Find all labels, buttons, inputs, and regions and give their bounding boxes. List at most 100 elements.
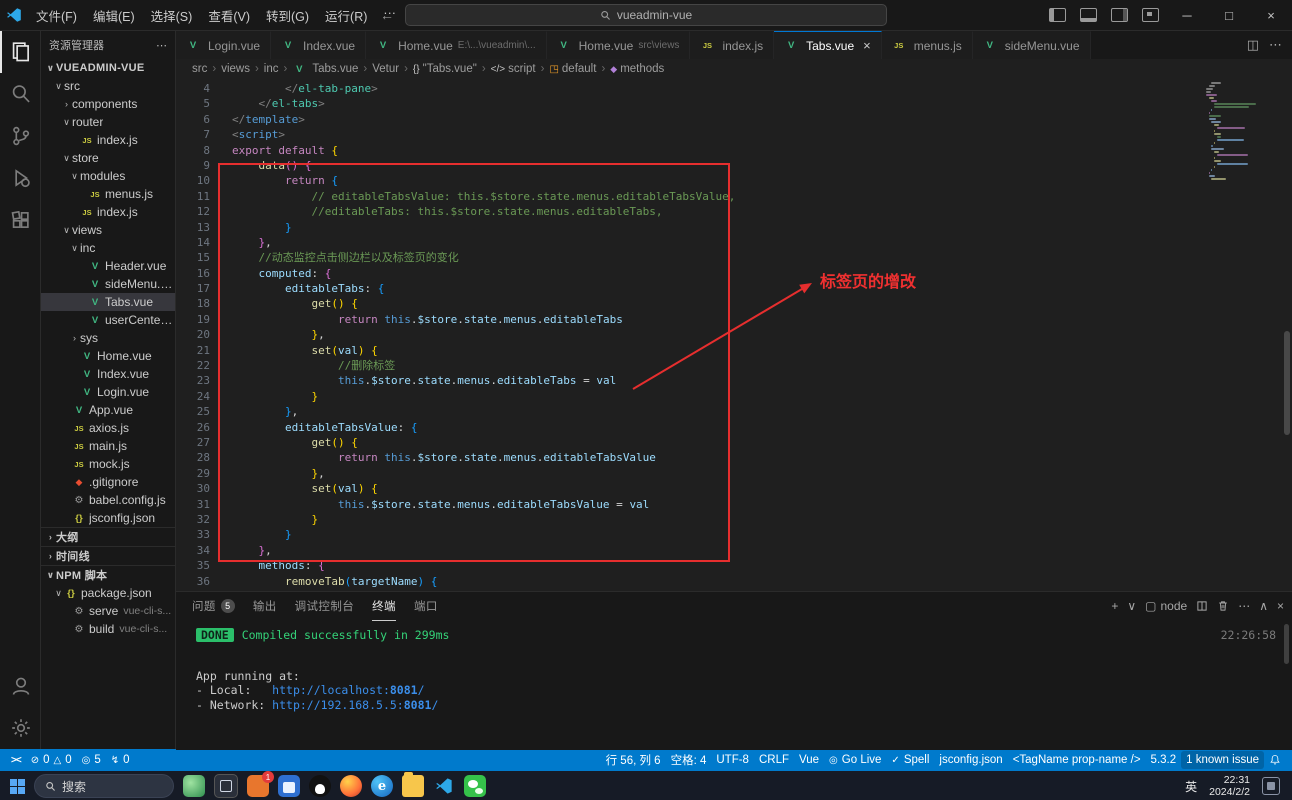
editor-tab[interactable]: VsideMenu.vue <box>973 31 1091 59</box>
toggle-secondary-sidebar-icon[interactable] <box>1111 8 1128 22</box>
remote-indicator[interactable]: >< <box>6 755 26 766</box>
back-icon[interactable]: ← <box>380 7 394 23</box>
tree-item[interactable]: JSaxios.js <box>41 419 175 437</box>
code-line[interactable]: 22 //删除标签 <box>176 358 1292 373</box>
code-line[interactable]: 16 computed: { <box>176 266 1292 281</box>
code-line[interactable]: 12 //editableTabs: this.$store.state.men… <box>176 204 1292 219</box>
command-center-search[interactable]: vueadmin-vue <box>405 4 887 26</box>
code-line[interactable]: 26 editableTabsValue: { <box>176 420 1292 435</box>
tree-item[interactable]: ∨store <box>41 149 175 167</box>
info-status[interactable]: ◎5 <box>77 754 106 766</box>
tree-item[interactable]: JSmain.js <box>41 437 175 455</box>
editor-tab[interactable]: VIndex.vue <box>271 31 366 59</box>
tree-item[interactable]: ∨router <box>41 113 175 131</box>
network-url-link[interactable]: http://192.168.5.5:8081/ <box>272 698 438 712</box>
sidebar-section[interactable]: ∨VUEADMIN-VUE <box>41 59 175 77</box>
panel-tab[interactable]: 问题5 <box>192 592 235 621</box>
breadcrumb-item[interactable]: Vetur <box>372 63 399 75</box>
editor-scrollbar[interactable] <box>1284 331 1290 435</box>
code-line[interactable]: 30 set(val) { <box>176 481 1292 496</box>
tree-item[interactable]: ⚙babel.config.js <box>41 491 175 509</box>
maximize-panel-icon[interactable]: ∧ <box>1259 599 1268 613</box>
tree-item[interactable]: ∨inc <box>41 239 175 257</box>
panel-tab[interactable]: 调试控制台 <box>295 592 355 621</box>
code-line[interactable]: 11 // editableTabsValue: this.$store.sta… <box>176 189 1292 204</box>
breadcrumb-item[interactable]: ◳default <box>549 63 596 75</box>
code-line[interactable]: 6</template> <box>176 112 1292 127</box>
code-line[interactable]: 4 </el-tab-pane> <box>176 81 1292 96</box>
minimap[interactable] <box>1206 82 1278 181</box>
breadcrumb-item[interactable]: views <box>221 63 250 75</box>
status-item[interactable]: ✓Spell <box>886 754 934 766</box>
minimize-button[interactable]: ─ <box>1166 0 1208 30</box>
code-line[interactable]: 9 data() { <box>176 158 1292 173</box>
tree-item[interactable]: JSmenus.js <box>41 185 175 203</box>
close-panel-icon[interactable]: × <box>1277 599 1284 613</box>
editor-tab[interactable]: VLogin.vue <box>176 31 271 59</box>
status-item[interactable]: Vue <box>794 754 824 766</box>
toggle-sidebar-icon[interactable] <box>1049 8 1066 22</box>
close-tab-icon[interactable]: × <box>863 38 871 53</box>
editor-tab[interactable]: JSmenus.js <box>882 31 973 59</box>
code-line[interactable]: 34 }, <box>176 543 1292 558</box>
breadcrumb-item[interactable]: </>script <box>491 63 536 75</box>
tree-item[interactable]: ⚙servevue-cli-s... <box>41 602 175 620</box>
terminal-scrollbar[interactable] <box>1284 624 1289 664</box>
code-line[interactable]: 20 }, <box>176 327 1292 342</box>
tree-item[interactable]: JSindex.js <box>41 131 175 149</box>
sidebar-section[interactable]: ›大纲 <box>41 527 175 546</box>
panel-tab[interactable]: 端口 <box>414 592 438 621</box>
status-item[interactable]: jsconfig.json <box>934 754 1007 766</box>
settings-icon[interactable] <box>0 707 40 749</box>
menu-item[interactable]: 运行(R) <box>317 3 375 28</box>
breadcrumb-item[interactable]: inc <box>264 63 279 75</box>
breadcrumb-item[interactable]: {}"Tabs.vue" <box>413 63 477 75</box>
sidebar-section[interactable]: ›时间线 <box>41 546 175 565</box>
code-line[interactable]: 25 }, <box>176 404 1292 419</box>
tree-item[interactable]: ◆.gitignore <box>41 473 175 491</box>
input-language-indicator[interactable]: 英 <box>1185 778 1197 795</box>
local-url-link[interactable]: http://localhost:8081/ <box>272 683 424 697</box>
split-editor-icon[interactable]: ◫ <box>1247 37 1259 53</box>
status-item[interactable]: ◎Go Live <box>824 754 886 766</box>
editor-tab[interactable]: JSindex.js <box>690 31 774 59</box>
editor-tab[interactable]: VHome.vuesrc\views <box>547 31 691 59</box>
menu-item[interactable]: 转到(G) <box>258 3 317 28</box>
menu-item[interactable]: 选择(S) <box>143 3 201 28</box>
tree-item[interactable]: ∨src <box>41 77 175 95</box>
store-icon[interactable] <box>278 775 300 797</box>
tree-item[interactable]: VLogin.vue <box>41 383 175 401</box>
tree-item[interactable]: VIndex.vue <box>41 365 175 383</box>
explorer-icon[interactable] <box>0 31 40 73</box>
status-item[interactable]: <TagName prop-name /> <box>1008 754 1146 766</box>
breadcrumb-item[interactable]: VTabs.vue <box>292 63 358 75</box>
sidebar-section[interactable]: ∨NPM 脚本 <box>41 565 175 584</box>
tree-item[interactable]: VsideMenu.vue <box>41 275 175 293</box>
code-line[interactable]: 10 return { <box>176 173 1292 188</box>
panel-tab[interactable]: 输出 <box>253 592 277 621</box>
code-line[interactable]: 28 return this.$store.state.menus.editab… <box>176 450 1292 465</box>
task-view-icon[interactable] <box>214 774 238 798</box>
tree-item[interactable]: ⚙buildvue-cli-s... <box>41 620 175 638</box>
editor-tab[interactable]: VTabs.vue× <box>774 31 882 59</box>
start-button[interactable] <box>10 779 25 794</box>
widgets-weather-icon[interactable] <box>183 775 205 797</box>
tree-item[interactable]: VHeader.vue <box>41 257 175 275</box>
notification-center-icon[interactable] <box>1262 777 1280 795</box>
status-item[interactable]: UTF-8 <box>711 754 754 766</box>
terminal-dropdown-icon[interactable]: ∨ <box>1127 599 1136 613</box>
panel-tab[interactable]: 终端 <box>372 592 396 621</box>
search-icon[interactable] <box>0 73 40 115</box>
code-line[interactable]: 7<script> <box>176 127 1292 142</box>
edge-icon[interactable]: e <box>371 775 393 797</box>
status-item[interactable]: 行 56, 列 6 <box>601 752 666 768</box>
code-line[interactable]: 33 } <box>176 527 1292 542</box>
app-notification-icon[interactable]: 1 <box>247 775 269 797</box>
source-control-icon[interactable] <box>0 115 40 157</box>
breadcrumb-item[interactable]: src <box>192 63 207 75</box>
more-actions-icon[interactable]: ⋯ <box>156 39 167 52</box>
editor-tab[interactable]: VHome.vueE:\...\vueadmin\... <box>366 31 547 59</box>
code-line[interactable]: 17 editableTabs: { <box>176 281 1292 296</box>
close-button[interactable]: × <box>1250 0 1292 30</box>
code-line[interactable]: 35 methods: { <box>176 558 1292 573</box>
